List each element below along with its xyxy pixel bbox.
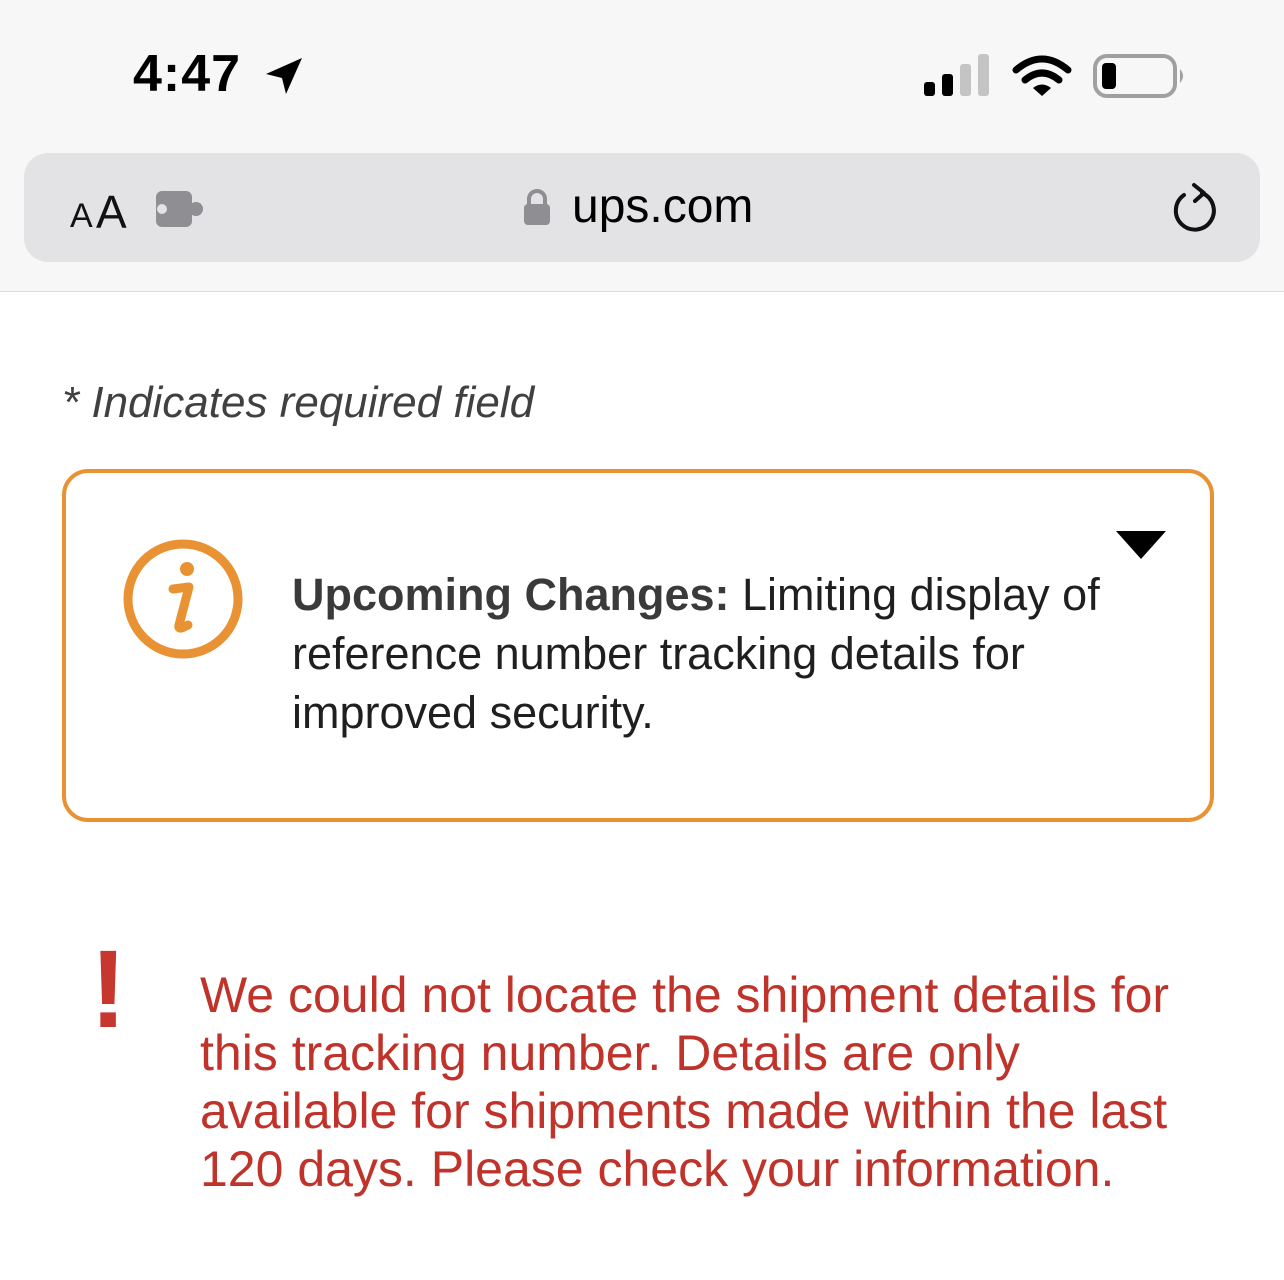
browser-chrome: 4:47 A A ups.com (0, 0, 1284, 292)
lock-icon (524, 189, 550, 225)
upcoming-changes-notice[interactable]: Upcoming Changes: Limiting display of re… (62, 469, 1214, 822)
text-size-large-a: A (96, 186, 127, 238)
required-field-note: * Indicates required field (62, 378, 535, 427)
notice-text: Upcoming Changes: Limiting display of re… (292, 565, 1102, 742)
location-arrow-icon (266, 58, 302, 94)
battery-icon (1093, 54, 1183, 98)
cellular-signal-icon (924, 54, 989, 96)
address-bar[interactable]: A A ups.com (24, 153, 1260, 262)
wifi-icon (1012, 55, 1072, 96)
notice-title: Upcoming Changes: (292, 569, 730, 620)
triangle-down-icon[interactable] (1116, 531, 1166, 561)
url-text[interactable]: ups.com (572, 179, 753, 234)
status-time: 4:47 (133, 45, 242, 103)
text-size-button[interactable]: A A (70, 183, 134, 238)
reload-icon[interactable] (1168, 181, 1220, 235)
error-message: We could not locate the shipment details… (200, 967, 1170, 1197)
error-exclamation-icon: ! (90, 928, 127, 1051)
info-icon (123, 539, 243, 659)
extension-icon[interactable] (154, 189, 206, 229)
text-size-small-a: A (70, 197, 93, 235)
